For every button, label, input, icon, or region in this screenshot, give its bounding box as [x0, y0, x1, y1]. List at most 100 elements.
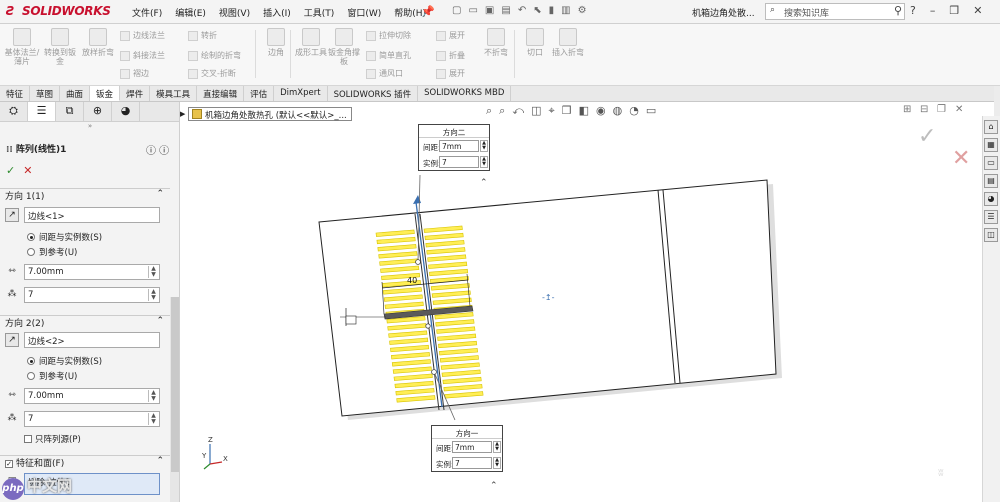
convert-to-sheetmetal-button[interactable]: 转换到钣金 [42, 28, 78, 74]
callout-instances-input[interactable]: 7 [452, 457, 492, 469]
vent-button[interactable]: 通风口 [366, 68, 403, 79]
spin-arrows-icon[interactable]: ▲ ▼ [148, 266, 158, 278]
tab-direct-editing[interactable]: 直接编辑 [197, 86, 245, 101]
search-button-icon[interactable]: ⚲ [894, 4, 902, 17]
display-manager-tab-icon[interactable]: ◕ [112, 102, 140, 121]
save-icon[interactable]: ▣ [485, 5, 494, 16]
undo-icon[interactable]: ↶ [518, 5, 526, 16]
pattern-seed-only-checkbox[interactable]: 只阵列源(P) [24, 433, 81, 445]
open-icon[interactable]: ▭ [468, 5, 477, 16]
direction1-reference-radio[interactable]: 到参考(U) [27, 246, 77, 258]
pin-icon[interactable]: 📌 [421, 5, 435, 18]
direction2-edge-field[interactable]: 边线<2> [24, 332, 160, 348]
select-icon[interactable]: ⬉ [533, 5, 541, 16]
menu-tools[interactable]: 工具(T) [304, 6, 335, 19]
cancel-button[interactable]: ✕ [23, 164, 32, 177]
direction2-reference-radio[interactable]: 到参考(U) [27, 370, 77, 382]
small-dim-box[interactable] [345, 315, 357, 325]
direction1-edge-field[interactable]: 边线<1> [24, 207, 160, 223]
callout-instances-input[interactable]: 7 [439, 156, 479, 168]
spin-arrows-icon[interactable]: ▲ ▼ [493, 441, 501, 453]
direction2-callout[interactable]: 方向二 间距: 7mm ▲ ▼ 实例: 7 ▲ ▼ [418, 124, 490, 171]
sheetmetal-gusset-button[interactable]: 钣金角撑板 [326, 28, 362, 74]
corner-button[interactable]: 边角 [258, 28, 294, 74]
rebuild-icon[interactable]: ▮ [549, 5, 555, 16]
property-manager-tab-icon[interactable]: ☰ [28, 102, 56, 121]
search-input[interactable]: ⌕ 搜索知识库 ⚲ [765, 3, 905, 20]
insert-bends-button[interactable]: 插入折弯 [550, 28, 586, 74]
features-faces-header[interactable]: ✓ 特征和面(F) ⌃ [0, 455, 170, 469]
fold-button[interactable]: 折叠 [436, 50, 465, 61]
new-icon[interactable]: ▢ [452, 5, 461, 16]
file-explorer-icon[interactable]: ▭ [984, 156, 998, 170]
extruded-cut-button[interactable]: 拉伸切除 [366, 30, 411, 41]
solidworks-logo[interactable]: Ƨ SOLIDWORKS [6, 4, 111, 18]
hem-button[interactable]: 褶边 [120, 68, 149, 79]
lofted-bend-button[interactable]: 放样折弯 [80, 28, 116, 74]
callout-spacing-input[interactable]: 7mm [452, 441, 492, 453]
direction2-spacing-radio[interactable]: 间距与实例数(S) [27, 355, 102, 367]
menu-insert[interactable]: 插入(I) [263, 6, 291, 19]
cross-break-button[interactable]: 交叉-折断 [188, 68, 236, 79]
direction1-callout[interactable]: 方向一 间距: 7mm ▲ ▼ 实例: 7 ▲ ▼ [431, 425, 503, 472]
no-bend-button[interactable]: 不折弯 [478, 28, 514, 74]
menu-file[interactable]: 文件(F) [132, 6, 162, 19]
restore-icon[interactable]: ❐ [949, 4, 959, 17]
options-icon[interactable]: ⚙ [578, 5, 587, 16]
collapse-chevron-icon[interactable]: ⌃ [156, 316, 164, 326]
collapse-chevron-icon[interactable]: ⌃ [156, 189, 164, 199]
tab-surfaces[interactable]: 曲面 [60, 86, 91, 101]
tab-evaluate[interactable]: 评估 [244, 86, 275, 101]
tab-weldments[interactable]: 焊件 [120, 86, 151, 101]
direction2-header[interactable]: 方向 2(2) ⌃ [0, 315, 170, 329]
minimize-icon[interactable]: – [930, 4, 936, 17]
graphics-area[interactable]: ▶ 机箱边角处散热孔 (默认<<默认>_... ⌕ ⌕ ⤺ ◫ ⌖ ❒ ◧ ◉ … [180, 102, 982, 502]
help-icon[interactable]: ? [910, 4, 916, 17]
menu-window[interactable]: 窗口(W) [347, 6, 381, 19]
base-flange-button[interactable]: 基体法兰/薄片 [4, 28, 40, 74]
reverse-direction-icon[interactable]: ↗ [5, 208, 19, 222]
forming-tool-button[interactable]: 成形工具 [293, 28, 329, 74]
forum-icon[interactable]: ◫ [984, 228, 998, 242]
direction1-instances-input[interactable]: 7 ▲ ▼ [24, 287, 160, 303]
spin-arrows-icon[interactable]: ▲ ▼ [148, 289, 158, 301]
miter-flange-button[interactable]: 斜接法兰 [120, 50, 165, 61]
tab-dimxpert[interactable]: DimXpert [274, 86, 328, 101]
home-icon[interactable]: ⌂ [984, 120, 998, 134]
direction2-spacing-input[interactable]: 7.00mm ▲ ▼ [24, 388, 160, 404]
close-icon[interactable]: ✕ [973, 4, 982, 17]
spin-arrows-icon[interactable]: ▲ ▼ [480, 156, 488, 168]
flatten-button[interactable]: 展开 [436, 68, 465, 79]
spin-arrows-icon[interactable]: ▲ ▼ [480, 140, 488, 152]
tab-mold-tools[interactable]: 模具工具 [150, 86, 198, 101]
direction1-spacing-input[interactable]: 7.00mm ▲ ▼ [24, 264, 160, 280]
tab-sheetmetal[interactable]: 钣金 [90, 86, 121, 101]
direction1-spacing-radio[interactable]: 间距与实例数(S) [27, 231, 102, 243]
unfold-button[interactable]: 展开 [436, 30, 465, 41]
direction1-header[interactable]: 方向 1(1) ⌃ [0, 188, 170, 202]
ok-button[interactable]: ✓ [6, 164, 15, 177]
file-properties-icon[interactable]: ▥ [561, 5, 570, 16]
print-icon[interactable]: ▤ [501, 5, 510, 16]
features-faces-checkbox[interactable]: ✓ [5, 460, 13, 468]
custom-properties-icon[interactable]: ☰ [984, 210, 998, 224]
panel-scrollbar[interactable] [170, 297, 179, 502]
direction2-instances-input[interactable]: 7 ▲ ▼ [24, 411, 160, 427]
collapse-chevron-icon[interactable]: ⌃ [156, 456, 164, 466]
callout-collapse-icon[interactable]: ⌃ [490, 481, 498, 491]
tab-features[interactable]: 特征 [0, 86, 31, 101]
menu-view[interactable]: 视图(V) [219, 6, 250, 19]
rip-button[interactable]: 切口 [517, 28, 553, 74]
edge-flange-button[interactable]: 边线法兰 [120, 30, 165, 41]
spin-arrows-icon[interactable]: ▲ ▼ [148, 390, 158, 402]
tab-solidworks-mbd[interactable]: SOLIDWORKS MBD [418, 86, 512, 101]
simple-hole-button[interactable]: 简单直孔 [366, 50, 411, 61]
callout-collapse-icon[interactable]: ⌃ [480, 178, 488, 188]
scrollbar-thumb[interactable] [171, 297, 179, 472]
tab-sketch[interactable]: 草图 [30, 86, 61, 101]
jog-button[interactable]: 转折 [188, 30, 217, 41]
handle-point[interactable] [425, 323, 431, 329]
spin-arrows-icon[interactable]: ▲ ▼ [493, 457, 501, 469]
sketched-bend-button[interactable]: 绘制的折弯 [188, 50, 241, 61]
appearances-icon[interactable]: ◕ [984, 192, 998, 206]
